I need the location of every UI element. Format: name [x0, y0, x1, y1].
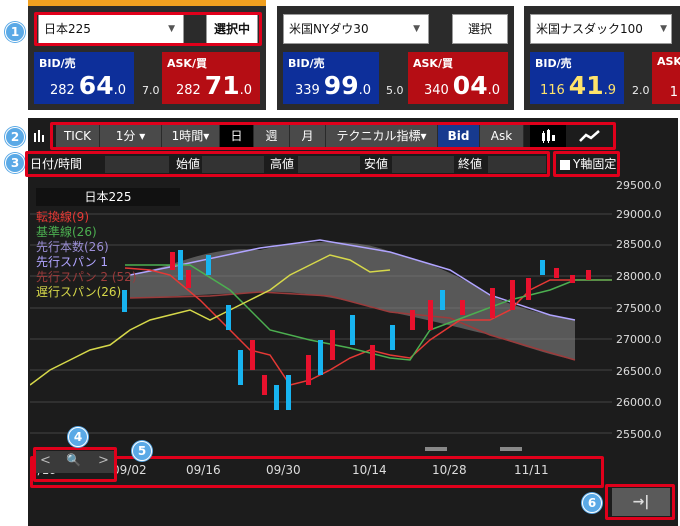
symbol-select-nasdaq[interactable]: 米国ナスダック100 ▼ [530, 14, 672, 44]
bid-box-nasdaq[interactable]: BID/売 116 41.9 [530, 52, 624, 104]
select-button-dow[interactable]: 選択 [452, 14, 508, 44]
y-tick-label: 29000.0 [616, 208, 662, 221]
marker-6: 6 [582, 493, 602, 513]
legend-tenkan: 転換線(9) [36, 210, 89, 224]
ask-price: 340 04.0 [423, 71, 500, 100]
bid-label: BID/売 [535, 57, 572, 70]
bid-price: 339 99.0 [294, 71, 371, 100]
marker-1: 1 [5, 22, 25, 42]
chart-title: 日本225 [36, 188, 180, 206]
scroll-indicator[interactable] [425, 447, 447, 451]
y-tick-label: 27000.0 [616, 333, 662, 346]
symbol-select-dow[interactable]: 米国NYダウ30 ▼ [283, 14, 429, 44]
bid-label: BID/売 [39, 57, 76, 70]
highlight-4 [33, 447, 117, 482]
highlight-2 [50, 122, 616, 150]
y-tick-label: 29500.0 [616, 179, 662, 192]
symbol-label: 米国NYダウ30 [289, 22, 369, 36]
bid-price: 282 64.0 [49, 71, 126, 100]
panel-accent [28, 0, 266, 6]
bid-box-dow[interactable]: BID/売 339 99.0 [283, 52, 379, 104]
scroll-indicator[interactable] [500, 447, 522, 451]
ask-box-nasdaq[interactable]: ASK 1 [652, 52, 680, 104]
bid-price: 116 41.9 [539, 71, 616, 100]
panel-accent [277, 0, 514, 6]
legend-senkou-count: 先行本数(26) [36, 240, 109, 254]
ask-label: ASK/買 [413, 57, 453, 70]
y-tick-label: 26000.0 [616, 396, 662, 409]
spread-value: 2.0 [632, 84, 650, 97]
legend-senkou-2: 先行スパン 2 (52) [36, 270, 137, 284]
price-chart-plot[interactable] [30, 180, 612, 452]
marker-3: 3 [5, 153, 25, 173]
y-tick-label: 28500.0 [616, 238, 662, 251]
y-tick-label: 28000.0 [616, 270, 662, 283]
y-tick-label: 25500.0 [616, 428, 662, 441]
highlight-y-fixed [553, 151, 620, 177]
bid-label: BID/売 [288, 57, 325, 70]
spread-value: 7.0 [142, 84, 160, 97]
ask-label: ASK/買 [167, 57, 207, 70]
spread-value: 5.0 [386, 84, 404, 97]
marker-5: 5 [132, 441, 152, 461]
bid-box-nikkei[interactable]: BID/売 282 64.0 [34, 52, 134, 104]
chevron-down-icon: ▼ [413, 24, 420, 34]
ask-price: 1 [669, 85, 678, 100]
y-tick-label: 27500.0 [616, 302, 662, 315]
marker-4: 4 [68, 427, 88, 447]
legend-senkou-1: 先行スパン 1 [36, 255, 109, 269]
ask-box-nikkei[interactable]: ASK/買 282 71.0 [162, 52, 260, 104]
highlight-3 [25, 151, 550, 177]
ask-price: 282 71.0 [175, 71, 252, 100]
highlight-6 [605, 484, 675, 520]
highlight-1 [34, 12, 262, 46]
legend-chikou: 遅行スパン(26) [36, 285, 122, 299]
y-tick-label: 26500.0 [616, 365, 662, 378]
panel-accent [524, 0, 680, 6]
legend-kijun: 基準線(26) [36, 225, 97, 239]
symbol-label: 米国ナスダック100 [536, 22, 643, 36]
ask-box-dow[interactable]: ASK/買 340 04.0 [408, 52, 508, 104]
bar-chart-icon[interactable] [30, 124, 50, 148]
ask-label: ASK [657, 55, 680, 68]
chevron-down-icon: ▼ [660, 24, 667, 34]
marker-2: 2 [5, 127, 25, 147]
